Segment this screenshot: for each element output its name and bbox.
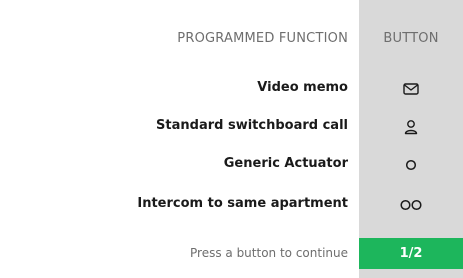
single-circle-icon[interactable] (359, 156, 463, 174)
row-label-generic-actuator: Generic Actuator (223, 156, 348, 171)
row-label-standard-switchboard-call: Standard switchboard call (156, 118, 348, 133)
press-button-instruction: Press a button to continue (190, 246, 348, 260)
programmed-function-header: PROGRAMMED FUNCTION (177, 31, 348, 46)
concierge-icon[interactable] (359, 118, 463, 136)
button-header: BUTTON (383, 31, 439, 46)
programming-screen: PROGRAMMED FUNCTION BUTTON Video memo St… (0, 0, 463, 278)
double-circle-icon[interactable] (359, 196, 463, 214)
row-label-intercom-same-apartment: Intercom to same apartment (137, 196, 348, 211)
envelope-icon[interactable] (359, 80, 463, 98)
row-label-video-memo: Video memo (257, 80, 348, 95)
page-indicator[interactable]: 1/2 (359, 238, 463, 269)
button-column-bottom (359, 269, 463, 278)
